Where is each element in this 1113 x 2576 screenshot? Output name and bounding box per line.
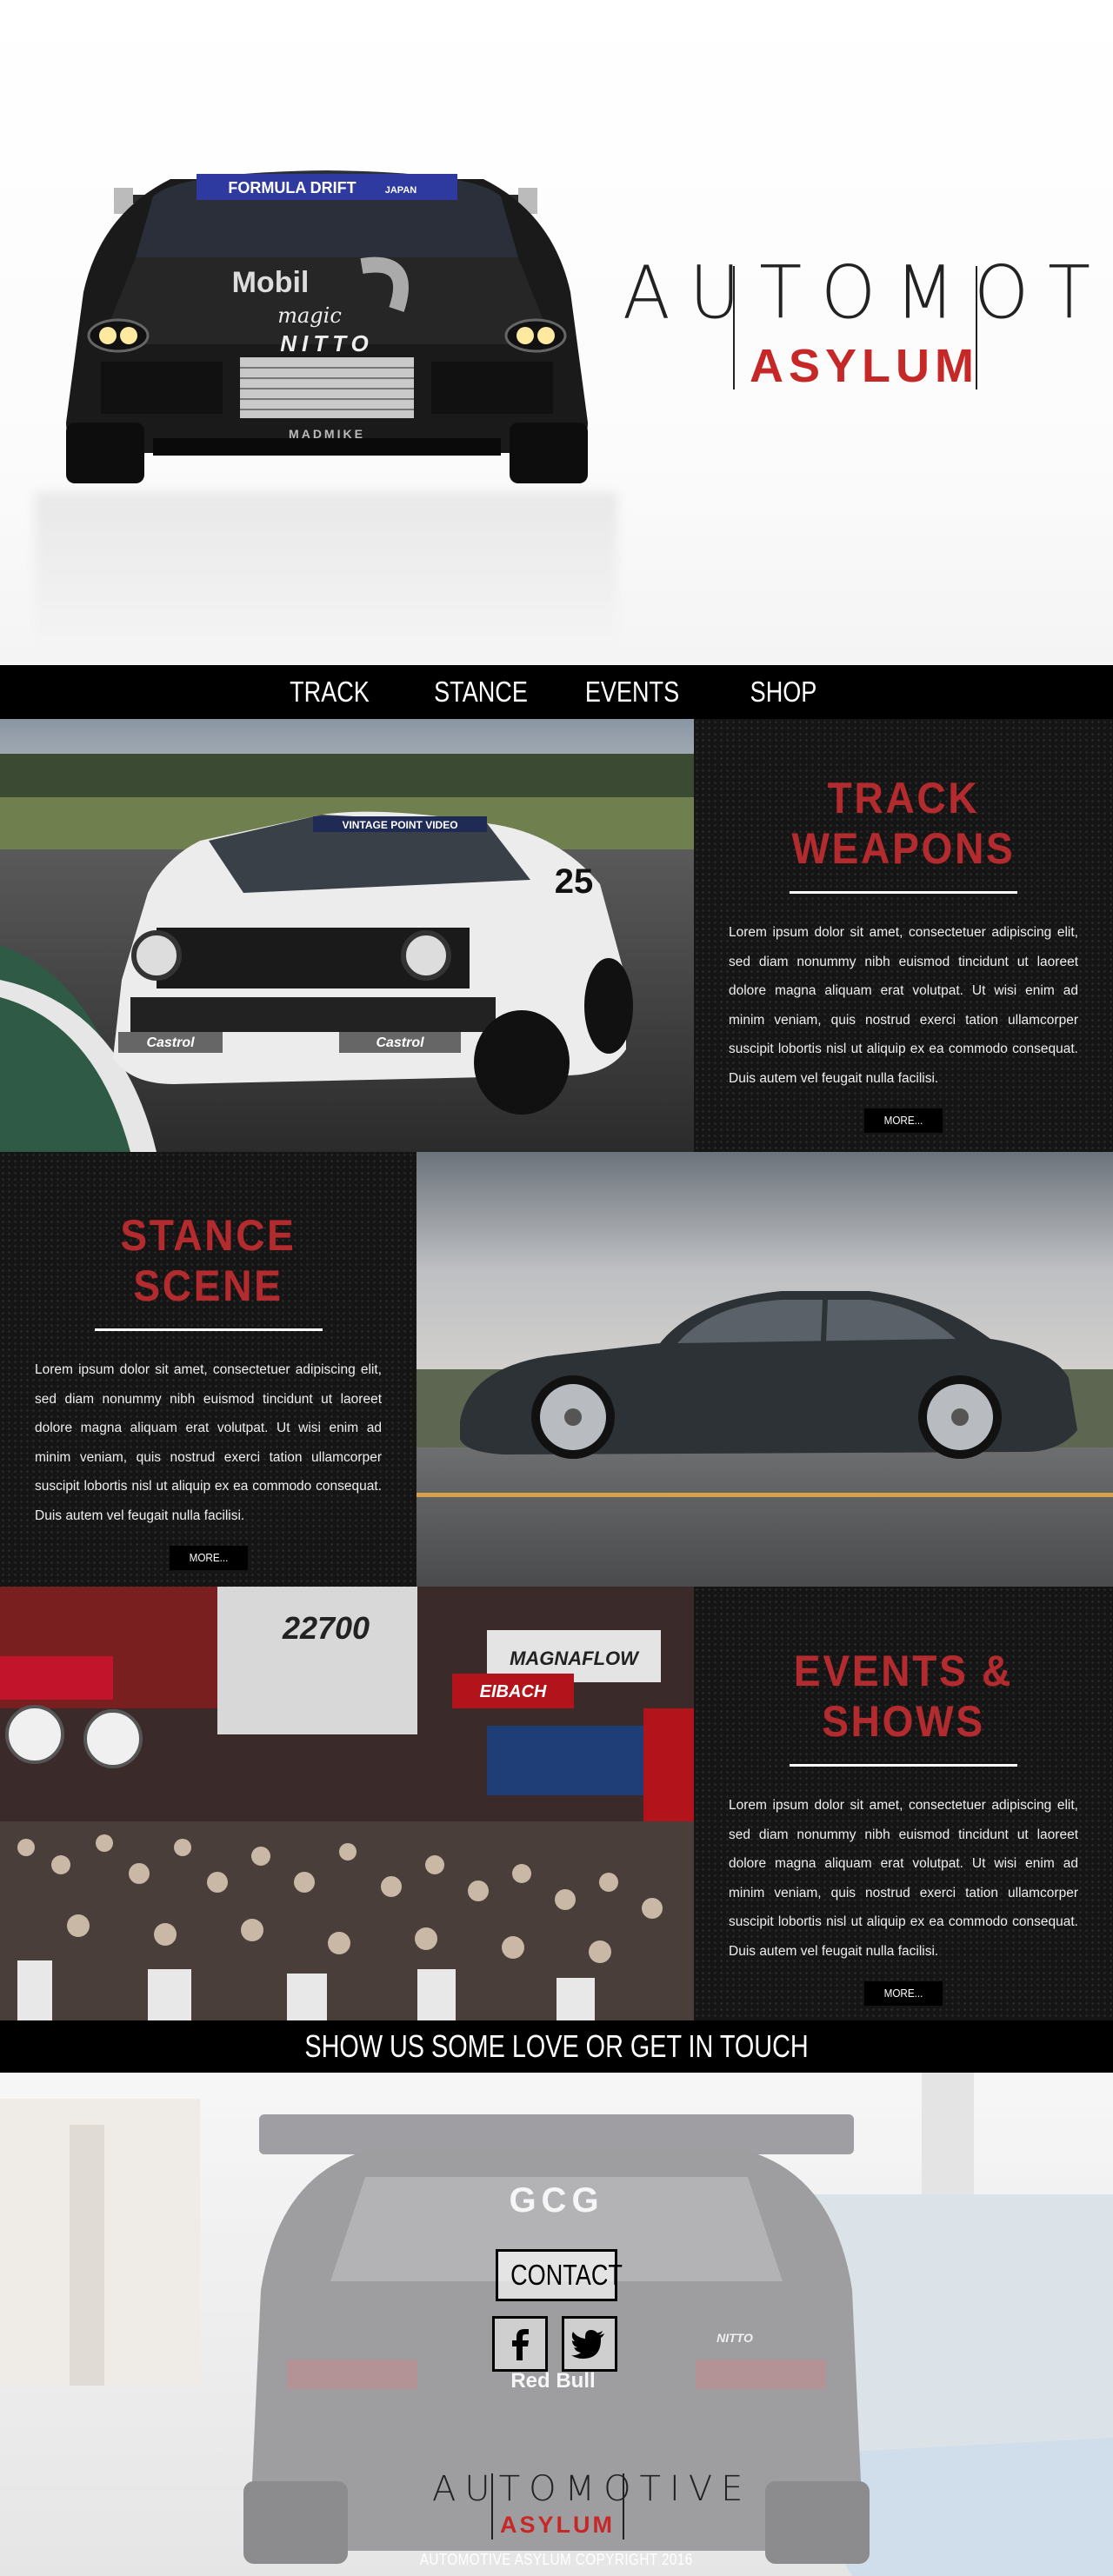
facebook-icon[interactable]: [492, 2316, 548, 2372]
contact-banner: SHOW US SOME LOVE OR GET IN TOUCH: [0, 2020, 1113, 2073]
events-shows-panel: EVENTS & SHOWS Lorem ipsum dolor sit ame…: [694, 1587, 1113, 2020]
section-divider: [94, 1328, 323, 1331]
hero-section: FORMULA DRIFT JAPAN Mobil magic NITTO MA…: [0, 0, 1113, 665]
logo-divider-left: [733, 266, 735, 389]
stance-scene-body: Lorem ipsum dolor sit amet, consectetuer…: [35, 1362, 382, 1523]
escort-drift-image: VINTAGE POINT VIDEO Castrol Castrol 25: [0, 719, 694, 1152]
stance-scene-more-button[interactable]: MORE...: [169, 1546, 248, 1570]
twitter-icon[interactable]: [562, 2316, 617, 2372]
brand-logo[interactable]: AUTOMOTIVE ASYLUM: [623, 250, 1113, 402]
contact-button[interactable]: CONTACT: [496, 2249, 623, 2301]
stance-scene-title: STANCE SCENE: [120, 1211, 297, 1310]
hero-magic-decal: magic: [277, 303, 342, 328]
footer-logo-divider-right: [623, 2473, 624, 2539]
brand-logo-word: AUTOMOTIVE: [623, 250, 1113, 336]
stance-scene-panel: STANCE SCENE Lorem ipsum dolor sit amet,…: [0, 1152, 417, 1587]
events-shows-photo: 22700 MAGNAFLOW EIBACH: [0, 1587, 694, 2020]
event-banner-eibach: EIBACH: [480, 1682, 547, 1701]
copyright-label: AUTOMOTIVE ASYLUM COPYRIGHT 2016: [419, 2551, 694, 2568]
footer-brand-logo[interactable]: AUTOMOTIVE ASYLUM: [432, 2468, 752, 2546]
track-weapons-body: Lorem ipsum dolor sit amet, consectetuer…: [729, 925, 1078, 1086]
track-weapons-more-button[interactable]: MORE...: [864, 1108, 943, 1133]
escort-sponsor-left: Castrol: [146, 1035, 195, 1050]
copyright-text: AUTOMOTIVE ASYLUM COPYRIGHT 2016: [0, 2551, 1113, 2569]
hero-mobil-decal: Mobil: [232, 266, 310, 299]
brand-logo-sub: ASYLUM: [750, 340, 979, 392]
hero-japan-decal: JAPAN: [385, 185, 417, 196]
stance-scene-photo: [417, 1152, 1113, 1587]
nav-item-track[interactable]: TRACK: [268, 665, 392, 719]
hero-car-reflection: [35, 492, 617, 649]
events-shows-title: EVENTS & SHOWS: [793, 1647, 1014, 1746]
track-weapons-photo: VINTAGE POINT VIDEO Castrol Castrol 25: [0, 719, 694, 1152]
hero-nitto-decal: NITTO: [280, 330, 374, 356]
event-counter-text: 22700: [282, 1610, 370, 1646]
escort-visor-decal: VINTAGE POINT VIDEO: [342, 819, 457, 831]
nav-item-events[interactable]: EVENTS: [570, 665, 695, 719]
track-weapons-title: TRACK WEAPONS: [791, 774, 1016, 873]
hero-madmike-decal: MADMIKE: [289, 427, 365, 441]
section-divider: [790, 891, 1017, 894]
nav-item-shop[interactable]: SHOP: [722, 665, 846, 719]
contact-button-label: CONTACT: [510, 2259, 623, 2291]
events-shows-more-button[interactable]: MORE...: [864, 1981, 943, 2006]
section-divider: [790, 1764, 1017, 1767]
hero-drift-car-image: FORMULA DRIFT JAPAN Mobil magic NITTO MA…: [66, 170, 588, 483]
trade-show-crowd-image: 22700 MAGNAFLOW EIBACH: [0, 1587, 694, 2020]
hero-windshield-decal: FORMULA DRIFT: [228, 179, 356, 196]
events-shows-body: Lorem ipsum dolor sit amet, consectetuer…: [729, 1798, 1078, 1959]
escort-race-number: 25: [555, 862, 594, 901]
footer-logo-divider-left: [491, 2473, 493, 2539]
main-nav: TRACK STANCE EVENTS SHOP: [0, 665, 1113, 719]
footer-brand-sub: ASYLUM: [500, 2512, 615, 2538]
track-weapons-panel: TRACK WEAPONS Lorem ipsum dolor sit amet…: [694, 719, 1113, 1152]
contact-banner-text: SHOW US SOME LOVE OR GET IN TOUCH: [304, 2028, 809, 2064]
footer-brand-word: AUTOMOTIVE: [432, 2469, 752, 2509]
event-banner-magnaflow: MAGNAFLOW: [510, 1647, 640, 1669]
escort-sponsor-right: Castrol: [376, 1035, 424, 1050]
footer-section: GCG Red Bull NITTO CONTACT AUTOMOTIVE AS…: [0, 2073, 1113, 2576]
nav-item-stance[interactable]: STANCE: [419, 665, 543, 719]
audi-coupe-image: [417, 1152, 1113, 1587]
